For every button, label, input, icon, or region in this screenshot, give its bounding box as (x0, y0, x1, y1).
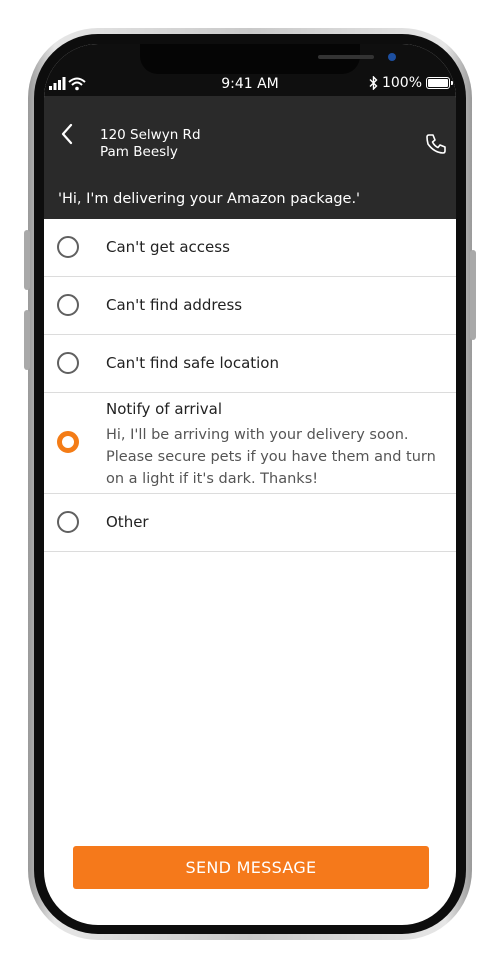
option-label: Other (106, 513, 149, 531)
power-button (470, 250, 476, 340)
option-cant-find-address[interactable]: Can't find address (44, 277, 456, 335)
option-label: Notify of arrival (106, 400, 223, 418)
front-camera (388, 53, 396, 61)
option-other[interactable]: Other (44, 494, 456, 552)
option-label: Can't get access (106, 238, 230, 256)
option-message-preview: Hi, I'll be arriving with your delivery … (106, 427, 436, 487)
customer-name: Pam Beesly (100, 144, 178, 160)
radio-button[interactable] (57, 294, 79, 316)
back-chevron-icon[interactable] (58, 122, 78, 146)
battery-icon (426, 77, 453, 89)
message-options-list: Can't get access Can't find address Can'… (44, 219, 456, 552)
battery-percent: 100% (381, 75, 422, 91)
option-cant-find-safe-location[interactable]: Can't find safe location (44, 335, 456, 393)
delivery-address: 120 Selwyn Rd (100, 127, 201, 143)
phone-screen: 9:41 AM 100% 120 Selwyn Rd Pam Beesly 'H… (44, 44, 456, 925)
option-notify-of-arrival[interactable]: Notify of arrival Hi, I'll be arriving w… (44, 393, 456, 494)
notch (140, 44, 396, 74)
status-bar: 9:41 AM 100% (44, 44, 456, 96)
volume-up-button (24, 230, 30, 290)
phone-call-icon[interactable] (424, 132, 448, 156)
delivery-address-block: 120 Selwyn Rd Pam Beesly (100, 127, 201, 161)
send-message-button[interactable]: SEND MESSAGE (73, 846, 429, 889)
radio-button[interactable] (57, 236, 79, 258)
radio-button[interactable] (57, 352, 79, 374)
option-label: Can't find safe location (106, 354, 279, 372)
delivery-greeting: 'Hi, I'm delivering your Amazon package.… (58, 191, 361, 207)
radio-button[interactable] (57, 511, 79, 533)
bluetooth-icon (369, 76, 378, 90)
option-cant-get-access[interactable]: Can't get access (44, 219, 456, 277)
delivery-header: 120 Selwyn Rd Pam Beesly 'Hi, I'm delive… (44, 96, 456, 219)
radio-button-selected[interactable] (57, 431, 79, 453)
speaker-grille (318, 55, 374, 59)
volume-down-button (24, 310, 30, 370)
battery-status: 100% (369, 75, 453, 91)
option-label: Can't find address (106, 296, 243, 314)
